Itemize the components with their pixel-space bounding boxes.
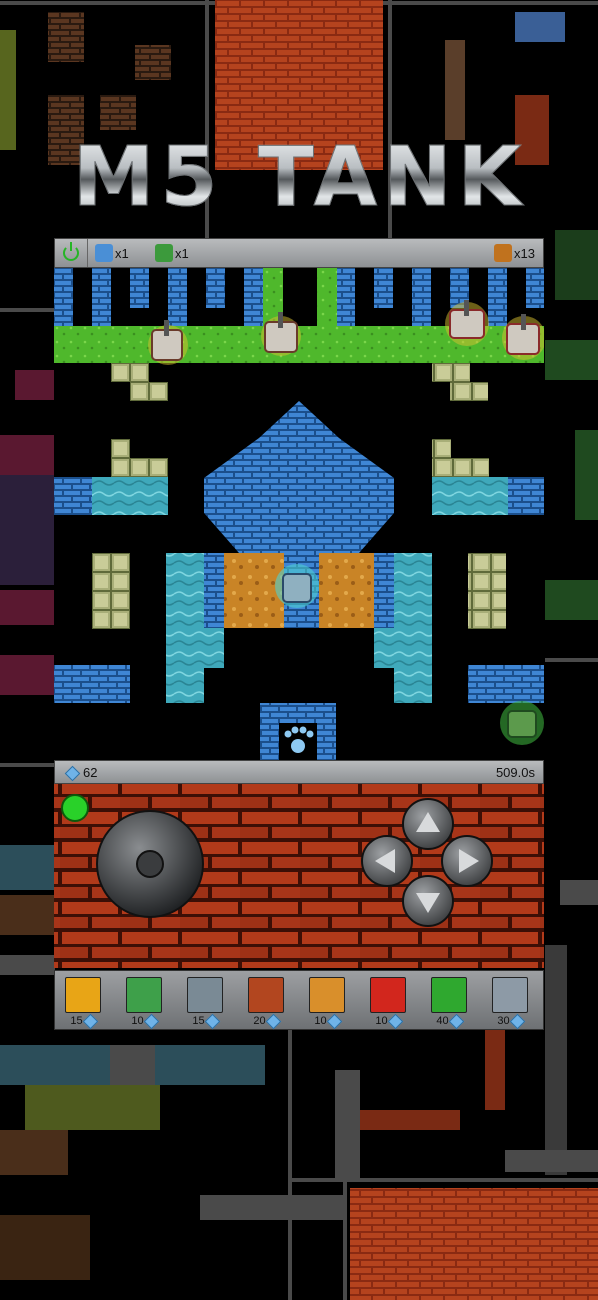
gem-icon: [509, 1013, 525, 1029]
status-indicator-light: [61, 794, 89, 822]
player-tank-green: [500, 701, 544, 745]
enemy-tank-counter: x13: [494, 244, 535, 262]
powerup-missile[interactable]: 20: [246, 977, 286, 1029]
powerup-turret[interactable]: 30: [490, 977, 530, 1029]
laser-icon: [431, 977, 467, 1013]
powerup-cost: 15: [192, 1015, 205, 1027]
gem-icon: [448, 1013, 464, 1029]
player2-tank-counter: x1: [155, 244, 189, 262]
control-panel: [54, 784, 544, 968]
powerup-cost: 10: [375, 1015, 388, 1027]
joystick[interactable]: [96, 810, 204, 918]
powerup-bar: 15 10 15 20 10 10 40 30: [54, 970, 544, 1030]
play-field: [54, 268, 544, 760]
powerup-laser[interactable]: 40: [429, 977, 469, 1029]
enemy-tank: [148, 320, 188, 365]
game-title: M5 TANK: [72, 130, 528, 226]
gem-count: 62: [83, 765, 98, 780]
gem-icon: [82, 1013, 98, 1029]
player-tank-blue: [275, 564, 319, 608]
player1-tank-count: x1: [115, 245, 129, 261]
gem-icon: [64, 765, 81, 782]
enemy-tank: [261, 312, 301, 356]
timer: 509.0s: [495, 765, 535, 780]
enemy-tank: [445, 300, 489, 346]
dpad-left-button[interactable]: [361, 835, 413, 887]
fire-icon: [370, 977, 406, 1013]
player2-tank-count: x1: [175, 245, 189, 261]
turret-icon: [492, 977, 528, 1013]
player1-tank-counter: x1: [95, 244, 129, 262]
blue-tank-icon: [95, 244, 113, 262]
airstrike-icon: [187, 977, 223, 1013]
powerup-armor[interactable]: 10: [307, 977, 347, 1029]
gem-icon: [387, 1013, 403, 1029]
gem-icon: [143, 1013, 159, 1029]
powerup-airstrike[interactable]: 15: [185, 977, 225, 1029]
gem-icon: [204, 1013, 220, 1029]
status-bar: 62 509.0s: [54, 760, 544, 784]
powerup-fire[interactable]: 10: [368, 977, 408, 1029]
dpad-down-button[interactable]: [402, 875, 454, 927]
top-bar: x1 x1 x13: [54, 238, 544, 268]
powerup-cost: 10: [314, 1015, 327, 1027]
missile-icon: [248, 977, 284, 1013]
powerup-speed-up[interactable]: 15: [63, 977, 103, 1029]
powerup-cost: 15: [70, 1015, 83, 1027]
enemy-tank-count: x13: [514, 245, 535, 261]
shield-icon: [126, 977, 162, 1013]
enemy-tank: [502, 314, 544, 360]
powerup-cost: 30: [497, 1015, 510, 1027]
armor-icon: [309, 977, 345, 1013]
powerup-cost: 40: [436, 1015, 449, 1027]
base-paw-icon: [284, 726, 314, 753]
powerup-cost: 10: [131, 1015, 144, 1027]
enemy-tank-icon: [494, 244, 513, 262]
gem-icon: [265, 1013, 281, 1029]
power-button[interactable]: [55, 239, 88, 267]
green-tank-icon: [155, 244, 173, 262]
speed-up-icon: [65, 977, 101, 1013]
gem-icon: [326, 1013, 342, 1029]
dpad-up-button[interactable]: [402, 798, 454, 850]
powerup-cost: 20: [253, 1015, 266, 1027]
power-icon: [63, 242, 79, 261]
powerup-shield[interactable]: 10: [124, 977, 164, 1029]
dpad-right-button[interactable]: [441, 835, 493, 887]
